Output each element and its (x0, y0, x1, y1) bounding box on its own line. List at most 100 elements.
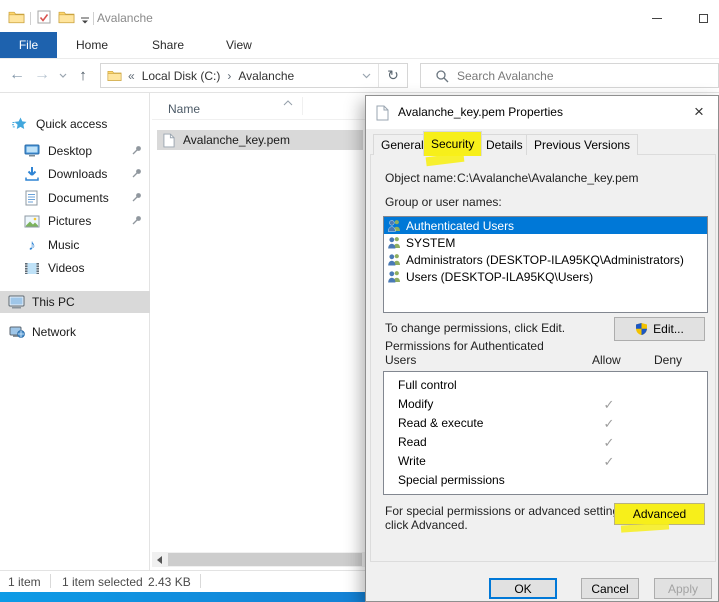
apply-button: Apply (654, 578, 712, 599)
column-header-name[interactable]: Name (152, 93, 365, 120)
pin-icon (131, 168, 142, 182)
group-name: Administrators (DESKTOP-ILA95KQ\Administ… (406, 253, 684, 267)
security-tab-panel: Object name: C:\Avalanche\Avalanche_key.… (370, 154, 716, 562)
ribbon-tab-home[interactable]: Home (62, 32, 122, 58)
tab-previous-versions[interactable]: Previous Versions (526, 134, 638, 155)
sort-ascending-chevron-icon[interactable] (283, 95, 293, 109)
sidebar-item-pictures[interactable]: Pictures (0, 210, 150, 232)
ribbon-tab-view[interactable]: View (212, 32, 266, 58)
titlebar-separator (30, 12, 31, 25)
sidebar-item-desktop[interactable]: Desktop (0, 140, 150, 162)
group-name: SYSTEM (406, 236, 455, 250)
downloads-icon (22, 166, 42, 182)
sidebar-item-quick-access[interactable]: Quick access (0, 113, 150, 135)
sidebar-item-downloads[interactable]: Downloads (0, 163, 150, 185)
sidebar-item-this-pc[interactable]: This PC (0, 291, 150, 313)
uac-shield-icon (635, 322, 648, 336)
breadcrumb-item-avalanche[interactable]: Avalanche (238, 69, 294, 83)
group-row-authenticated-users[interactable]: Authenticated Users (384, 217, 707, 234)
permission-name: Modify (398, 397, 433, 411)
permissions-for-label-line2: Users (385, 353, 416, 367)
advanced-hint-line2: click Advanced. (385, 518, 468, 532)
sidebar-item-label: Documents (48, 191, 109, 205)
tab-security[interactable]: Security (423, 131, 482, 156)
permission-name: Full control (398, 378, 457, 392)
tab-details[interactable]: Details (478, 134, 531, 155)
sidebar: Quick access Desktop Downloads (0, 93, 150, 570)
minimize-button[interactable] (642, 4, 672, 32)
breadcrumb-collapse[interactable]: « (128, 69, 135, 83)
sidebar-item-label: Desktop (48, 144, 92, 158)
back-icon[interactable]: ← (6, 64, 28, 86)
pictures-icon (22, 215, 42, 228)
scroll-left-arrow-icon[interactable] (157, 556, 162, 564)
search-icon (435, 69, 449, 83)
breadcrumb-item-local-disk[interactable]: Local Disk (C:) (142, 69, 221, 83)
explorer-titlebar: Avalanche (0, 4, 719, 32)
deny-column-header: Deny (654, 353, 682, 367)
search-box[interactable]: Search Avalanche (420, 63, 719, 88)
this-pc-icon (6, 295, 26, 309)
edit-button[interactable]: Edit... (614, 317, 705, 341)
edit-button-label: Edit... (653, 322, 684, 336)
permission-row-special-permissions: Special permissions (384, 471, 707, 490)
properties-quick-access-icon[interactable] (37, 10, 51, 27)
column-divider (302, 97, 303, 115)
maximize-icon (699, 14, 708, 23)
user-group-icon (387, 270, 402, 283)
desktop-icon (22, 144, 42, 158)
ok-button[interactable]: OK (489, 578, 557, 599)
sidebar-item-label: Quick access (36, 117, 107, 131)
dialog-file-icon (376, 105, 389, 121)
sidebar-item-label: Pictures (48, 214, 91, 228)
group-name: Authenticated Users (406, 219, 514, 233)
address-bar[interactable]: « Local Disk (C:) › Avalanche ↻ (100, 63, 408, 88)
pin-icon (131, 145, 142, 159)
status-selection-size: 2.43 KB (148, 575, 191, 589)
up-icon[interactable]: ↑ (72, 64, 94, 86)
advanced-button[interactable]: Advanced (614, 503, 705, 525)
ribbon-tab-share[interactable]: Share (138, 32, 198, 58)
refresh-icon[interactable]: ↻ (379, 67, 407, 84)
minimize-icon (652, 18, 662, 19)
sidebar-item-network[interactable]: Network (0, 321, 150, 343)
permission-name: Read (398, 435, 427, 449)
maximize-button[interactable] (688, 4, 718, 32)
sidebar-item-music[interactable]: ♪ Music (0, 234, 150, 256)
horizontal-scrollbar[interactable] (152, 552, 365, 567)
music-icon: ♪ (22, 237, 42, 254)
breadcrumb-separator[interactable]: › (227, 69, 231, 83)
forward-icon[interactable]: → (31, 64, 53, 86)
user-group-icon (387, 236, 402, 249)
sidebar-item-videos[interactable]: Videos (0, 257, 150, 279)
dialog-title: Avalanche_key.pem Properties (398, 105, 563, 119)
allow-column-header: Allow (592, 353, 621, 367)
group-user-list[interactable]: Authenticated Users SYSTEM Administrator… (383, 216, 708, 313)
sidebar-item-documents[interactable]: Documents (0, 187, 150, 209)
column-header-label: Name (168, 102, 200, 116)
status-divider (50, 574, 51, 588)
group-row-users[interactable]: Users (DESKTOP-ILA95KQ\Users) (384, 268, 707, 285)
quick-access-toolbar-dropdown-icon[interactable] (80, 14, 90, 28)
scrollbar-thumb[interactable] (168, 553, 362, 566)
group-row-administrators[interactable]: Administrators (DESKTOP-ILA95KQ\Administ… (384, 251, 707, 268)
group-row-system[interactable]: SYSTEM (384, 234, 707, 251)
ribbon-tab-file[interactable]: File (0, 32, 57, 58)
file-row-avalanche-key[interactable]: Avalanche_key.pem (157, 130, 363, 150)
search-placeholder: Search Avalanche (457, 69, 554, 83)
recent-locations-chevron-icon[interactable] (55, 64, 71, 86)
cancel-button[interactable]: Cancel (581, 578, 639, 599)
titlebar-folder-icon[interactable] (58, 10, 75, 27)
close-icon[interactable]: × (686, 100, 712, 124)
permissions-for-label-line1: Permissions for Authenticated (385, 339, 544, 353)
permission-name: Special permissions (398, 473, 505, 487)
dialog-titlebar: Avalanche_key.pem Properties × (366, 96, 718, 129)
permission-row-modify: Modify ✓ (384, 395, 707, 414)
sidebar-item-label: Network (32, 325, 76, 339)
ribbon-tabs: File Home Share View (0, 32, 719, 59)
quick-access-star-icon (10, 116, 30, 132)
allow-checkmark: ✓ (589, 414, 629, 433)
permissions-list[interactable]: Full control Modify ✓ Read & execute ✓ R… (383, 371, 708, 495)
address-dropdown-chevron-icon[interactable] (354, 73, 378, 79)
advanced-hint-line1: For special permissions or advanced sett… (385, 504, 628, 518)
